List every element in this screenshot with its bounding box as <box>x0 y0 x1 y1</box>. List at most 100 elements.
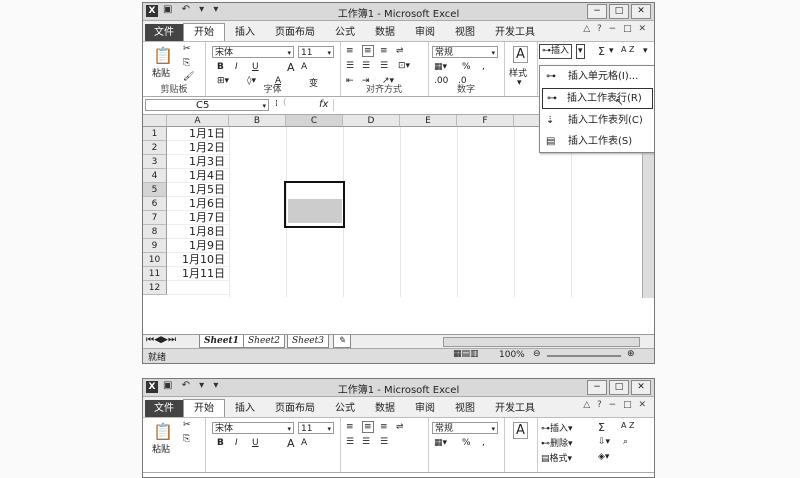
column-header[interactable]: A <box>167 115 229 127</box>
minimize-button[interactable]: − <box>587 4 607 19</box>
align-top-icon[interactable]: ≡ <box>346 46 354 56</box>
shrink-font-button[interactable]: A <box>301 438 307 448</box>
zoom-slider[interactable] <box>547 355 621 357</box>
column-header[interactable]: D <box>343 115 400 127</box>
cell-a12[interactable] <box>167 281 229 295</box>
row-header[interactable]: 8 <box>143 225 167 239</box>
format-painter-icon[interactable]: 🖌 <box>183 72 194 82</box>
percent-button[interactable]: % <box>462 62 471 72</box>
align-top-icon[interactable]: ≡ <box>346 422 354 432</box>
row-header[interactable]: 7 <box>143 211 167 225</box>
maximize-button[interactable]: □ <box>609 380 629 395</box>
cell-a6[interactable]: 1月6日 <box>167 197 229 211</box>
copy-icon[interactable]: ⎘ <box>183 434 190 444</box>
italic-button[interactable]: I <box>235 62 238 72</box>
bold-button[interactable]: B <box>217 62 224 72</box>
minimize-button[interactable]: − <box>587 380 607 395</box>
percent-button[interactable]: % <box>462 438 471 448</box>
styles-dropdown-icon[interactable]: ▾ <box>517 78 522 88</box>
find-icon[interactable]: ⌕ <box>623 437 628 447</box>
cell-a10[interactable]: 1月10日 <box>167 253 229 267</box>
column-header[interactable]: F <box>457 115 514 127</box>
tab-page-layout[interactable]: 页面布局 <box>265 400 325 417</box>
paste-button[interactable]: 粘贴 <box>152 66 170 79</box>
tab-formulas[interactable]: 公式 <box>325 24 365 41</box>
column-header[interactable]: C <box>286 115 343 127</box>
insert-sheet-tab-icon[interactable]: ✎ <box>333 335 351 348</box>
autosum-button[interactable]: Σ <box>598 45 605 58</box>
sort-dropdown-icon[interactable]: ▾ <box>643 46 648 56</box>
align-bottom-icon[interactable]: ≡ <box>380 422 388 432</box>
align-right-icon[interactable]: ☰ <box>380 437 388 447</box>
italic-button[interactable]: I <box>235 438 238 448</box>
cell-a2[interactable]: 1月2日 <box>167 141 229 155</box>
column-header[interactable]: E <box>400 115 457 127</box>
insert-cells-button[interactable]: ⊶插入 <box>539 44 573 59</box>
zoom-out-icon[interactable]: ⊖ <box>533 349 541 359</box>
currency-icon[interactable]: ▦▾ <box>434 62 447 72</box>
cell-a8[interactable]: 1月8日 <box>167 225 229 239</box>
tab-insert[interactable]: 插入 <box>225 400 265 417</box>
name-box[interactable]: C5 ▾ <box>145 99 269 111</box>
cut-icon[interactable]: ✂ <box>183 420 191 430</box>
copy-icon[interactable]: ⎘ <box>183 58 190 68</box>
row-header[interactable]: 10 <box>143 253 167 267</box>
menu-item-insert-columns[interactable]: ⇣ 插入工作表列(C) <box>540 110 654 131</box>
tab-insert[interactable]: 插入 <box>225 24 265 41</box>
view-buttons-icon[interactable]: ▦▤▥ <box>453 349 479 359</box>
font-size-select[interactable]: 11 ▾ <box>298 46 334 58</box>
tab-file[interactable]: 文件 <box>145 24 183 41</box>
cell-a1[interactable]: 1月1日 <box>167 127 229 141</box>
sheet-nav-arrows-icon[interactable]: ⏮◀▶⏭ <box>146 335 176 345</box>
close-button[interactable]: ✕ <box>631 4 651 19</box>
close-button[interactable]: ✕ <box>631 380 651 395</box>
tab-developer[interactable]: 开发工具 <box>485 24 545 41</box>
align-left-icon[interactable]: ☰ <box>346 61 354 71</box>
cell-a3[interactable]: 1月3日 <box>167 155 229 169</box>
tab-data[interactable]: 数据 <box>365 400 405 417</box>
tab-home[interactable]: 开始 <box>183 23 225 41</box>
align-center-icon[interactable]: ☰ <box>362 61 370 71</box>
font-name-select[interactable]: 宋体 ▾ <box>212 46 294 58</box>
tab-home[interactable]: 开始 <box>183 399 225 417</box>
autosum-dropdown-icon[interactable]: ▾ <box>609 46 614 56</box>
horizontal-scrollbar[interactable] <box>443 337 640 347</box>
comma-button[interactable]: , <box>482 438 485 448</box>
help-icons[interactable]: △ ? − □ ✕ <box>583 400 648 410</box>
insert-dropdown-button[interactable]: ▾ <box>576 44 585 59</box>
zoom-level[interactable]: 100% <box>499 350 525 360</box>
currency-icon[interactable]: ▦▾ <box>434 438 447 448</box>
insert-cells-button[interactable]: ⊶插入▾ <box>541 421 573 434</box>
sort-filter-button[interactable]: A Z <box>621 421 635 430</box>
delete-cells-button[interactable]: ⊷删除▾ <box>541 436 573 449</box>
wrap-text-icon[interactable]: ⇌ <box>396 422 404 432</box>
align-bottom-icon[interactable]: ≡ <box>380 46 388 56</box>
tab-developer[interactable]: 开发工具 <box>485 400 545 417</box>
tab-review[interactable]: 审阅 <box>405 24 445 41</box>
selected-cell-c5[interactable] <box>284 181 345 228</box>
styles-icon[interactable]: A <box>513 422 528 439</box>
cancel-entry-icon[interactable]: ( <box>283 98 287 108</box>
menu-item-insert-rows[interactable]: ⊶ 插入工作表行(R) ↖ <box>542 88 653 109</box>
styles-icon[interactable]: A <box>513 46 528 63</box>
tab-page-layout[interactable]: 页面布局 <box>265 24 325 41</box>
merge-cells-icon[interactable]: ⊡▾ <box>398 61 410 71</box>
wrap-text-icon[interactable]: ⇌ <box>396 46 404 56</box>
align-center-icon[interactable]: ☰ <box>362 437 370 447</box>
align-left-icon[interactable]: ☰ <box>346 437 354 447</box>
row-header[interactable]: 6 <box>143 197 167 211</box>
paste-icon[interactable]: 📋 <box>153 422 173 441</box>
number-format-select[interactable]: 常规 ▾ <box>432 422 498 434</box>
insert-function-button[interactable]: fx <box>319 99 328 110</box>
tab-view[interactable]: 视图 <box>445 24 485 41</box>
tab-review[interactable]: 审阅 <box>405 400 445 417</box>
row-header[interactable]: 11 <box>143 267 167 281</box>
row-header[interactable]: 5 <box>143 183 167 197</box>
sheet-tab-sheet1[interactable]: Sheet1 <box>199 335 244 348</box>
row-header[interactable]: 12 <box>143 281 167 295</box>
paste-icon[interactable]: 📋 <box>153 46 173 65</box>
row-header[interactable]: 9 <box>143 239 167 253</box>
sheet-tab-sheet3[interactable]: Sheet3 <box>287 335 329 348</box>
corner-select-all[interactable] <box>143 115 167 127</box>
cell-a9[interactable]: 1月9日 <box>167 239 229 253</box>
